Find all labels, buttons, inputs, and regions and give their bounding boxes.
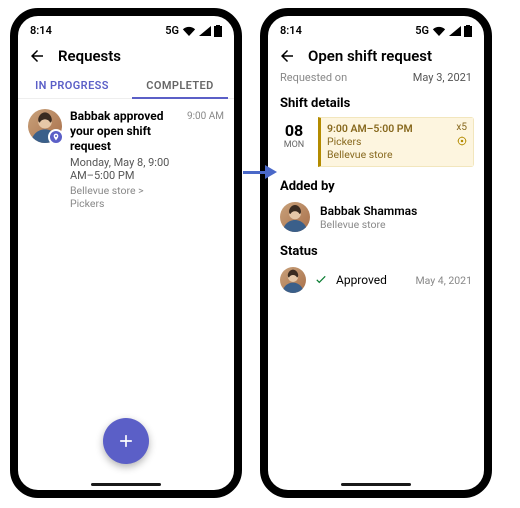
arrow-left-icon [278, 47, 296, 65]
status-indicators: 5G [415, 24, 472, 37]
shift-store: Bellevue store [327, 148, 467, 161]
requested-on-row: Requested on May 3, 2021 [268, 71, 484, 90]
request-item-breadcrumb: Bellevue store > Pickers [70, 184, 179, 210]
shift-date: 08 MON [278, 117, 310, 167]
two-phone-stage: 8:14 5G Requests IN PROGRESS COMPLETED [0, 0, 520, 506]
back-button[interactable] [278, 47, 296, 65]
request-item-subtitle: Monday, May 8, 9:00 AM–5:00 PM [70, 156, 179, 182]
shift-group: Pickers [327, 135, 467, 148]
requested-on-label: Requested on [280, 71, 347, 84]
added-by-name: Babbak Shammas [320, 204, 417, 218]
wifi-icon [432, 26, 446, 36]
check-icon [314, 271, 328, 290]
shift-body: 9:00 AM–5:00 PM Pickers Bellevue store x… [318, 117, 474, 167]
status-bar: 8:14 5G [268, 16, 484, 39]
request-list-item[interactable]: Babbak approved your open shift request … [18, 99, 234, 216]
avatar [280, 202, 310, 232]
status-text: Approved [336, 273, 387, 287]
request-item-time: 9:00 AM [187, 109, 224, 122]
requested-on-value: May 3, 2021 [413, 71, 472, 84]
tab-completed[interactable]: COMPLETED [126, 71, 234, 98]
status-bar: 8:14 5G [18, 16, 234, 39]
clock: 8:14 [280, 24, 302, 37]
phone-requests-list: 8:14 5G Requests IN PROGRESS COMPLETED [10, 8, 242, 498]
request-item-body: Babbak approved your open shift request … [70, 109, 179, 210]
plus-icon [116, 431, 136, 451]
status-heading: Status [268, 238, 484, 263]
shift-day-of-week: MON [278, 140, 310, 150]
added-by-row[interactable]: Babbak Shammas Bellevue store [268, 198, 484, 238]
back-button[interactable] [28, 47, 46, 65]
shift-badge-icon [48, 129, 64, 145]
phone-request-detail: 8:14 5G Open shift request Requested on … [260, 8, 492, 498]
home-indicator [341, 483, 411, 486]
app-bar: Requests [18, 39, 234, 71]
added-by-sub: Bellevue store [320, 218, 417, 231]
battery-icon [214, 25, 222, 37]
wifi-icon [182, 26, 196, 36]
avatar-with-badge [28, 109, 62, 143]
location-icon [457, 136, 467, 149]
status-indicators: 5G [165, 24, 222, 37]
network-label: 5G [165, 24, 179, 37]
page-title: Open shift request [308, 47, 432, 65]
shift-count: x5 [456, 122, 467, 133]
added-by-heading: Added by [268, 173, 484, 198]
status-date: May 4, 2021 [415, 274, 472, 287]
arrow-left-icon [28, 47, 46, 65]
battery-icon [464, 25, 472, 37]
request-item-title: Babbak approved your open shift request [70, 109, 179, 154]
network-label: 5G [415, 24, 429, 37]
added-by-text: Babbak Shammas Bellevue store [320, 204, 417, 231]
avatar [280, 267, 306, 293]
shift-day-number: 08 [278, 121, 310, 140]
status-row: Approved May 4, 2021 [268, 263, 484, 297]
home-indicator [91, 483, 161, 486]
shift-card[interactable]: 08 MON 9:00 AM–5:00 PM Pickers Bellevue … [278, 117, 474, 167]
shift-time: 9:00 AM–5:00 PM [327, 122, 467, 135]
tab-in-progress[interactable]: IN PROGRESS [18, 71, 126, 98]
signal-icon [449, 26, 461, 36]
clock: 8:14 [30, 24, 52, 37]
fab-new-request[interactable] [103, 418, 149, 464]
shift-details-heading: Shift details [268, 90, 484, 115]
page-title: Requests [58, 47, 121, 65]
signal-icon [199, 26, 211, 36]
tabs: IN PROGRESS COMPLETED [18, 71, 234, 99]
app-bar: Open shift request [268, 39, 484, 71]
flow-arrow [243, 165, 277, 179]
